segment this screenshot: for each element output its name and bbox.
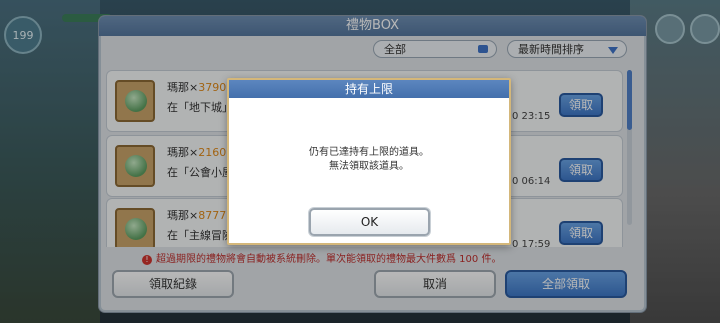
dialog-title: 持有上限 xyxy=(344,82,393,96)
dialog-message: 仍有已達持有上限的道具。 無法領取該道具。 xyxy=(229,146,509,174)
ok-button[interactable]: OK xyxy=(309,208,430,236)
dialog-message-line-1: 仍有已達持有上限的道具。 xyxy=(309,147,429,158)
dialog-message-line-2: 無法領取該道具。 xyxy=(329,161,409,172)
